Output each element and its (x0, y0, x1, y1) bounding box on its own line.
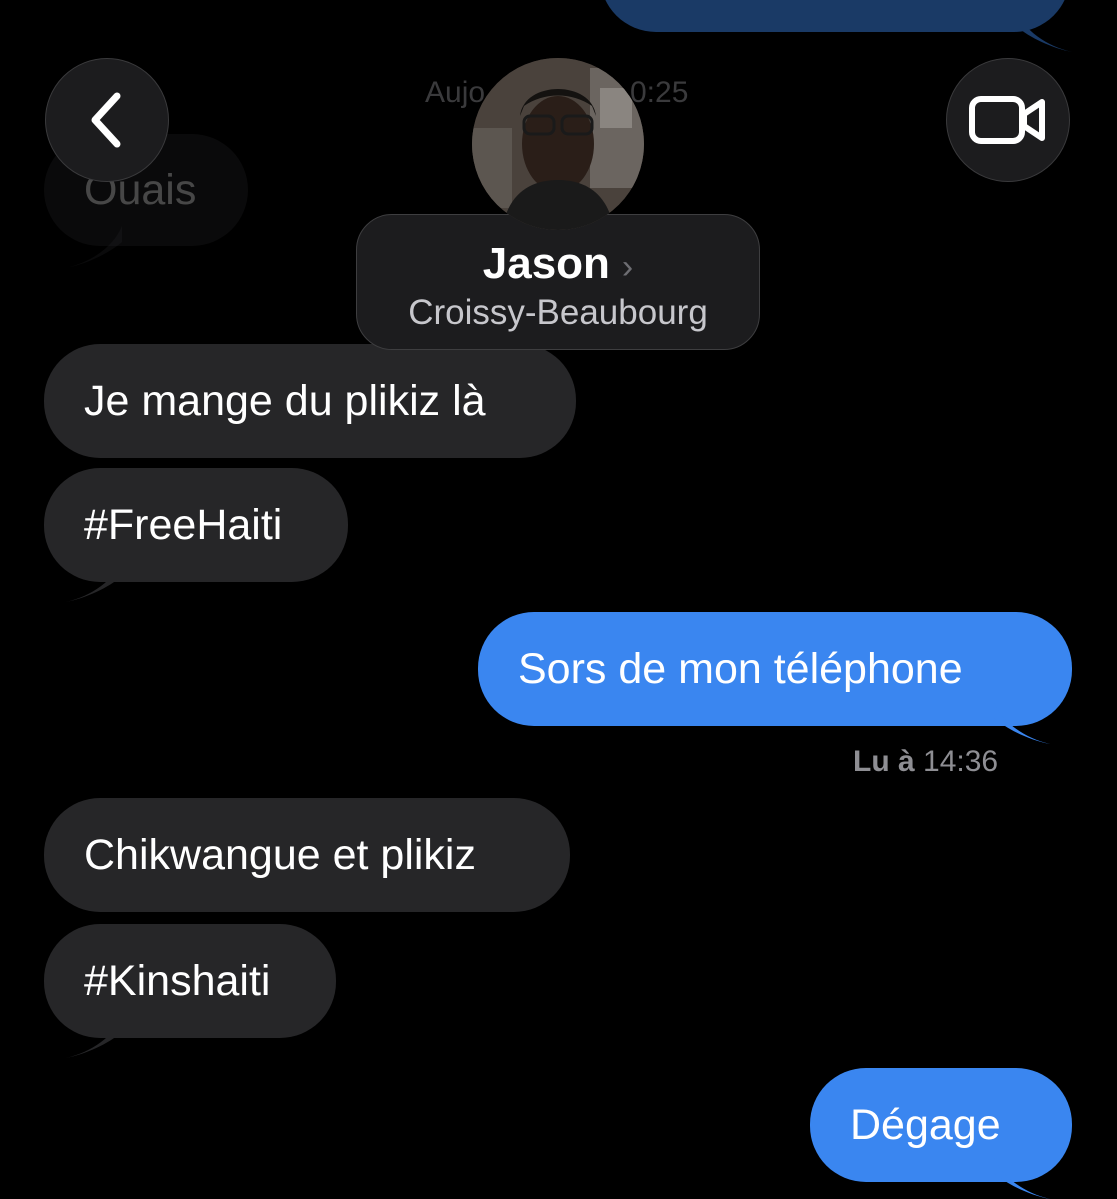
bubble-tail (1016, 10, 1072, 52)
chevron-right-icon: › (621, 248, 634, 286)
conversation-timestamp: Aujo (425, 76, 486, 109)
video-call-button[interactable] (946, 58, 1070, 182)
read-receipt-time: 14:36 (923, 745, 999, 778)
read-receipt-label: Lu à (853, 745, 915, 778)
message-bubble-outgoing[interactable]: Sors de mon téléphone (478, 612, 1072, 726)
message-bubble-incoming[interactable]: Chikwangue et plikiz (44, 798, 570, 912)
message-text: Je mange du plikiz là (84, 376, 486, 425)
contact-location: Croissy-Beaubourg (408, 293, 708, 332)
contact-avatar[interactable] (472, 58, 644, 230)
bubble-tail (994, 702, 1050, 744)
read-receipt: Lu à 14:36 (853, 745, 998, 779)
bubble-tail (994, 1157, 1050, 1199)
conversation-timestamp-time: 0:25 (630, 76, 689, 109)
message-text: #FreeHaiti (84, 500, 283, 549)
bubble-tail (66, 1016, 122, 1058)
message-bubble-incoming[interactable]: Je mange du plikiz là (44, 344, 576, 458)
contact-name: Jason › (482, 239, 634, 288)
avatar-photo (472, 58, 644, 230)
message-bubble-outgoing-partial[interactable] (600, 0, 1070, 32)
message-text: Sors de mon téléphone (518, 644, 963, 693)
video-camera-icon (969, 96, 1045, 144)
bubble-tail (66, 226, 122, 268)
message-text: Chikwangue et plikiz (84, 830, 476, 879)
back-button[interactable] (45, 58, 169, 182)
contact-header[interactable]: Jason › Croissy-Beaubourg (356, 214, 760, 350)
bubble-tail (66, 560, 122, 602)
chevron-left-icon (91, 92, 121, 148)
message-text: #Kinshaiti (84, 956, 271, 1005)
message-text: Dégage (850, 1100, 1001, 1149)
